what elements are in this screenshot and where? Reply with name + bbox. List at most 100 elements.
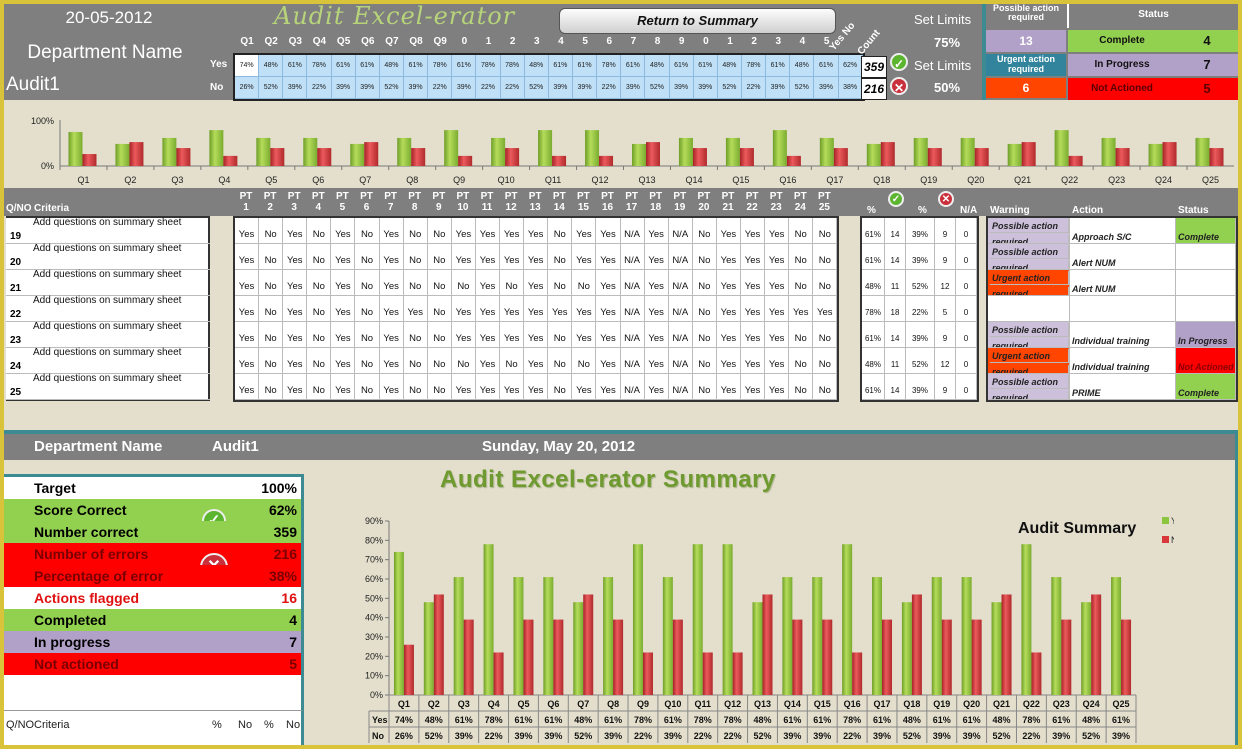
status-cell[interactable]: In Progress: [1176, 322, 1236, 348]
pt-answer-cell[interactable]: Yes: [644, 348, 669, 374]
action-grid[interactable]: Possible action required Approach S/C Compl…: [986, 216, 1238, 402]
pt-answer-cell[interactable]: No: [813, 244, 838, 270]
pt-answer-cell[interactable]: No: [403, 244, 428, 270]
action-cell[interactable]: Approach S/C: [1070, 218, 1176, 244]
pt-answer-cell[interactable]: No: [789, 270, 814, 296]
pt-answer-cell[interactable]: Yes: [331, 244, 356, 270]
yes-pct-cell[interactable]: 61%: [283, 55, 308, 77]
pt-answer-cell[interactable]: Yes: [283, 374, 308, 400]
pt-answer-cell[interactable]: No: [403, 374, 428, 400]
pt-answer-cell[interactable]: Yes: [475, 348, 501, 374]
pt-answer-cell[interactable]: Yes: [789, 296, 814, 322]
pt-answer-cell[interactable]: Yes: [716, 244, 741, 270]
pt-answer-cell[interactable]: Yes: [644, 322, 669, 348]
pt-answer-cell[interactable]: No: [572, 270, 597, 296]
pt-answer-cell[interactable]: Yes: [596, 218, 621, 244]
pt-answer-cell[interactable]: No: [307, 218, 332, 244]
pt-answer-cell[interactable]: Yes: [765, 244, 790, 270]
no-pct-cell[interactable]: 52%: [524, 77, 549, 99]
pt-answer-cell[interactable]: Yes: [379, 322, 404, 348]
pt-answer-cell[interactable]: Yes: [596, 374, 621, 400]
pt-answer-cell[interactable]: Yes: [524, 322, 549, 348]
no-pct-cell[interactable]: 52%: [379, 77, 404, 99]
no-pct-cell[interactable]: 39%: [283, 77, 308, 99]
no-pct-cell[interactable]: 39%: [766, 77, 791, 99]
pt-answer-cell[interactable]: No: [403, 270, 428, 296]
pt-answer-cell[interactable]: No: [427, 296, 452, 322]
yes-pct-cell[interactable]: 61%: [621, 55, 646, 77]
pt-answer-cell[interactable]: N/A: [620, 296, 645, 322]
pt-answer-cell[interactable]: Yes: [716, 322, 741, 348]
return-to-summary-button[interactable]: Return to Summary: [559, 8, 836, 34]
action-cell[interactable]: [1070, 296, 1176, 322]
pt-answer-cell[interactable]: Yes: [331, 218, 356, 244]
pt-answer-cell[interactable]: N/A: [620, 270, 645, 296]
pt-answer-cell[interactable]: No: [548, 244, 573, 270]
pt-answer-cell[interactable]: Yes: [740, 218, 766, 244]
pt-answer-cell[interactable]: Yes: [283, 348, 308, 374]
pt-answer-cell[interactable]: Yes: [524, 348, 549, 374]
pt-answer-cell[interactable]: Yes: [451, 374, 476, 400]
pt-answer-cell[interactable]: Yes: [331, 374, 356, 400]
no-pct-cell[interactable]: 39%: [452, 77, 477, 99]
pt-answer-cell[interactable]: No: [307, 322, 332, 348]
pt-answer-cell[interactable]: Yes: [524, 218, 549, 244]
pt-answer-cell[interactable]: No: [692, 270, 717, 296]
yes-pct-cell[interactable]: 61%: [572, 55, 598, 77]
pt-answer-cell[interactable]: Yes: [235, 244, 260, 270]
pt-answer-cell[interactable]: Yes: [524, 270, 549, 296]
pt-answer-cell[interactable]: No: [427, 218, 452, 244]
status-cell[interactable]: Not Actioned: [1176, 348, 1236, 374]
pt-answer-cell[interactable]: Yes: [451, 296, 476, 322]
no-pct-cell[interactable]: 22%: [597, 77, 622, 99]
pt-answer-cell[interactable]: Yes: [572, 374, 597, 400]
pt-answer-cell[interactable]: Yes: [379, 374, 404, 400]
pt-answer-cell[interactable]: Yes: [451, 218, 476, 244]
pt-answer-cell[interactable]: No: [813, 348, 838, 374]
yes-pct-cell[interactable]: 48%: [259, 55, 284, 77]
pt-answer-cell[interactable]: No: [692, 296, 717, 322]
pt-answer-cell[interactable]: No: [259, 296, 284, 322]
pt-answer-cell[interactable]: Yes: [548, 296, 573, 322]
pt-answer-cell[interactable]: No: [427, 322, 452, 348]
pt-answer-cell[interactable]: Yes: [379, 244, 404, 270]
pt-answer-cell[interactable]: Yes: [235, 374, 260, 400]
pt-answer-cell[interactable]: Yes: [475, 244, 501, 270]
pt-answer-cell[interactable]: Yes: [451, 322, 476, 348]
pt-answer-cell[interactable]: No: [259, 374, 284, 400]
pt-answer-cell[interactable]: Yes: [716, 348, 741, 374]
criteria-row[interactable]: 25 Add questions on summary sheet: [6, 373, 210, 400]
pt-answer-cell[interactable]: Yes: [331, 296, 356, 322]
pt-answer-cell[interactable]: Yes: [500, 244, 525, 270]
pt-answer-cell[interactable]: No: [307, 244, 332, 270]
yes-pct-cell[interactable]: 78%: [476, 55, 501, 77]
status-cell[interactable]: [1176, 270, 1236, 296]
yes-pct-cell[interactable]: 78%: [741, 55, 767, 77]
pt-answer-cell[interactable]: Yes: [283, 218, 308, 244]
pt-answer-cell[interactable]: No: [355, 218, 380, 244]
pt-answer-cell[interactable]: No: [813, 322, 838, 348]
pt-answer-cell[interactable]: No: [789, 218, 814, 244]
question-percentage-grid[interactable]: 74% 48% 61% 78% 61% 61% 48% 61% 78% 61% 78% 78% 48% 6…: [233, 53, 865, 101]
no-pct-cell[interactable]: 52%: [645, 77, 670, 99]
action-cell[interactable]: Alert NUM: [1070, 244, 1176, 270]
pt-answer-cell[interactable]: No: [451, 348, 476, 374]
criteria-row[interactable]: 21 Add questions on summary sheet: [6, 269, 210, 296]
no-pct-cell[interactable]: 38%: [838, 77, 863, 99]
action-cell[interactable]: Individual training: [1070, 348, 1176, 374]
pt-answer-cell[interactable]: Yes: [644, 218, 669, 244]
pt-answer-cell[interactable]: No: [789, 244, 814, 270]
pt-answer-cell[interactable]: No: [548, 374, 573, 400]
pt-answer-cell[interactable]: Yes: [596, 244, 621, 270]
pt-answer-grid[interactable]: Yes No Yes No Yes No Yes No No Yes Yes Yes Yes No Yes Y…: [233, 216, 840, 402]
pt-answer-cell[interactable]: No: [813, 218, 838, 244]
pt-answer-cell[interactable]: Yes: [813, 296, 838, 322]
pt-answer-cell[interactable]: Yes: [451, 244, 476, 270]
pt-answer-cell[interactable]: No: [427, 244, 452, 270]
pt-answer-cell[interactable]: Yes: [235, 322, 260, 348]
yes-pct-cell[interactable]: 48%: [645, 55, 670, 77]
pt-answer-cell[interactable]: No: [572, 348, 597, 374]
limit-upper-value[interactable]: 75%: [934, 35, 960, 50]
action-cell[interactable]: PRIME: [1070, 374, 1176, 400]
pt-answer-cell[interactable]: Yes: [716, 218, 741, 244]
